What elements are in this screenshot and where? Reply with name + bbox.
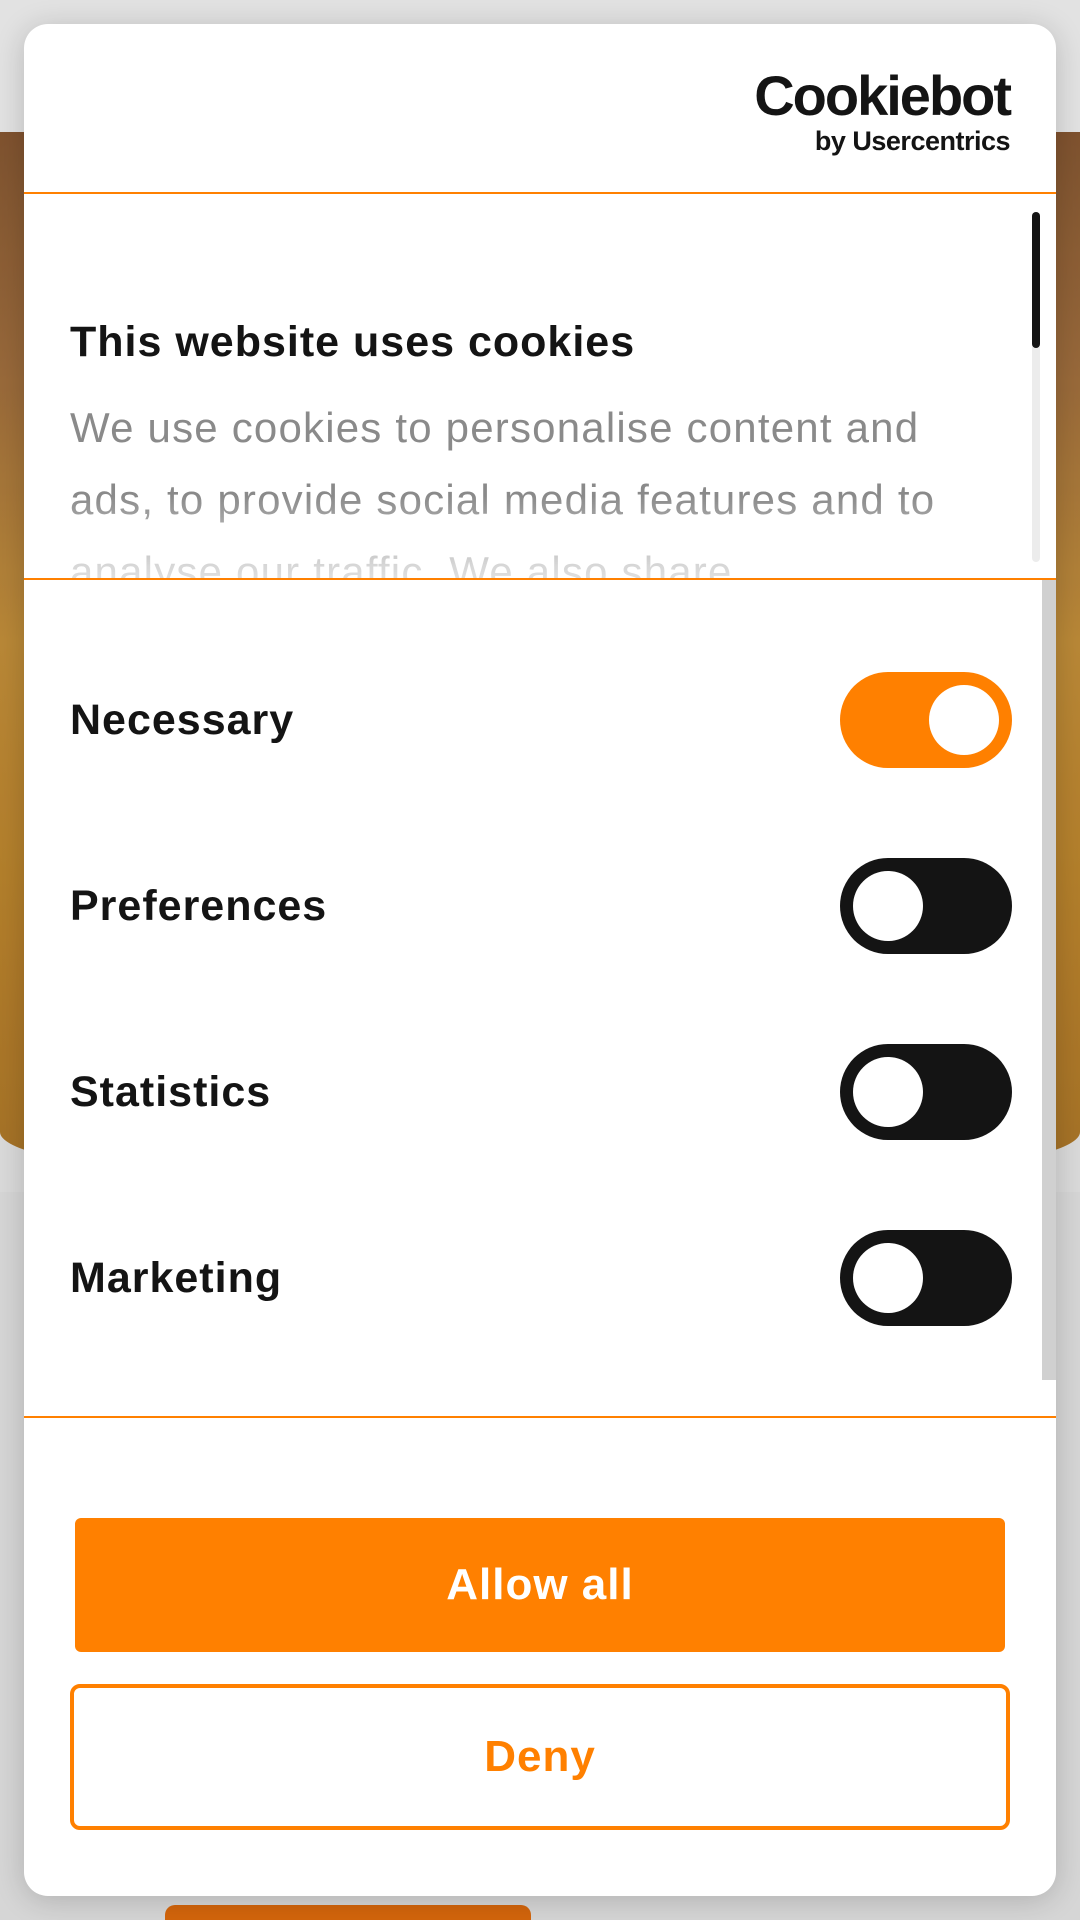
- cookie-description-text: We use cookies to personalise content an…: [70, 404, 936, 580]
- description-scrollbar-thumb[interactable]: [1032, 212, 1040, 348]
- dialog-header: Cookiebot by Usercentrics: [24, 24, 1056, 194]
- switch-knob: [853, 871, 923, 941]
- toggles-scrollbar[interactable]: [1042, 580, 1056, 1380]
- toggle-row-preferences: Preferences: [24, 858, 1056, 954]
- allow-all-button[interactable]: Allow all: [75, 1518, 1005, 1652]
- toggle-label-marketing: Marketing: [70, 1254, 283, 1302]
- switch-knob: [853, 1057, 923, 1127]
- cookiebot-logo: Cookiebot by Usercentrics: [754, 64, 1012, 157]
- toggle-label-statistics: Statistics: [70, 1068, 272, 1116]
- cookie-consent-dialog: Cookiebot by Usercentrics This website u…: [24, 24, 1056, 1896]
- marketing-switch[interactable]: [840, 1230, 1012, 1326]
- toggle-row-marketing: Marketing: [24, 1230, 1056, 1326]
- dialog-title: This website uses cookies: [70, 318, 636, 366]
- consent-toggles-section: Necessary Preferences Statistics Marketi…: [24, 580, 1056, 1418]
- logo-tagline: by Usercentrics: [814, 126, 1011, 156]
- toggle-row-statistics: Statistics: [24, 1044, 1056, 1140]
- toggle-label-necessary: Necessary: [70, 696, 295, 744]
- logo-wordmark: Cookiebot: [754, 64, 1012, 127]
- switch-knob: [853, 1243, 923, 1313]
- necessary-switch[interactable]: [840, 672, 1012, 768]
- toggle-label-preferences: Preferences: [70, 882, 328, 930]
- deny-button[interactable]: Deny: [70, 1684, 1010, 1830]
- switch-knob: [929, 685, 999, 755]
- toggle-row-necessary: Necessary: [24, 672, 1056, 768]
- preferences-switch[interactable]: [840, 858, 1012, 954]
- description-scrollbar[interactable]: [1032, 212, 1040, 562]
- statistics-switch[interactable]: [840, 1044, 1012, 1140]
- cookie-description-section[interactable]: This website uses cookies We use cookies…: [24, 194, 1056, 580]
